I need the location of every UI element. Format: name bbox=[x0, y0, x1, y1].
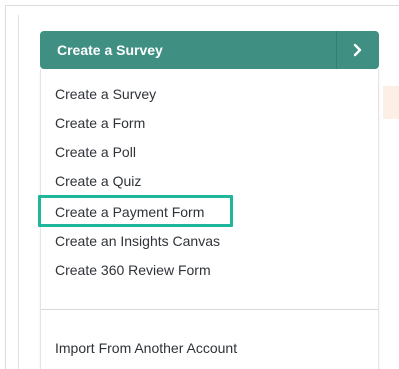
create-menu-toggle[interactable] bbox=[337, 31, 379, 69]
page-frame-top bbox=[5, 5, 399, 6]
create-survey-button[interactable]: Create a Survey bbox=[40, 31, 379, 69]
menu-item-create-form[interactable]: Create a Form bbox=[55, 113, 145, 133]
create-survey-button-label: Create a Survey bbox=[57, 42, 163, 58]
create-dropdown-menu: Create a Survey Create a Form Create a P… bbox=[40, 69, 379, 369]
menu-item-create-360-review-form[interactable]: Create 360 Review Form bbox=[55, 260, 211, 280]
menu-item-create-payment-form[interactable]: Create a Payment Form bbox=[55, 202, 204, 222]
menu-item-import-account[interactable]: Import From Another Account bbox=[55, 338, 237, 358]
chevron-right-icon bbox=[353, 43, 362, 57]
page-frame-left bbox=[5, 5, 6, 369]
background-panel-edge bbox=[383, 86, 399, 119]
menu-item-create-insights-canvas[interactable]: Create an Insights Canvas bbox=[55, 231, 220, 251]
panel-left-rule bbox=[18, 15, 19, 369]
menu-divider bbox=[41, 309, 378, 310]
menu-item-create-quiz[interactable]: Create a Quiz bbox=[55, 171, 141, 191]
menu-item-create-poll[interactable]: Create a Poll bbox=[55, 142, 136, 162]
menu-item-create-survey[interactable]: Create a Survey bbox=[55, 84, 156, 104]
